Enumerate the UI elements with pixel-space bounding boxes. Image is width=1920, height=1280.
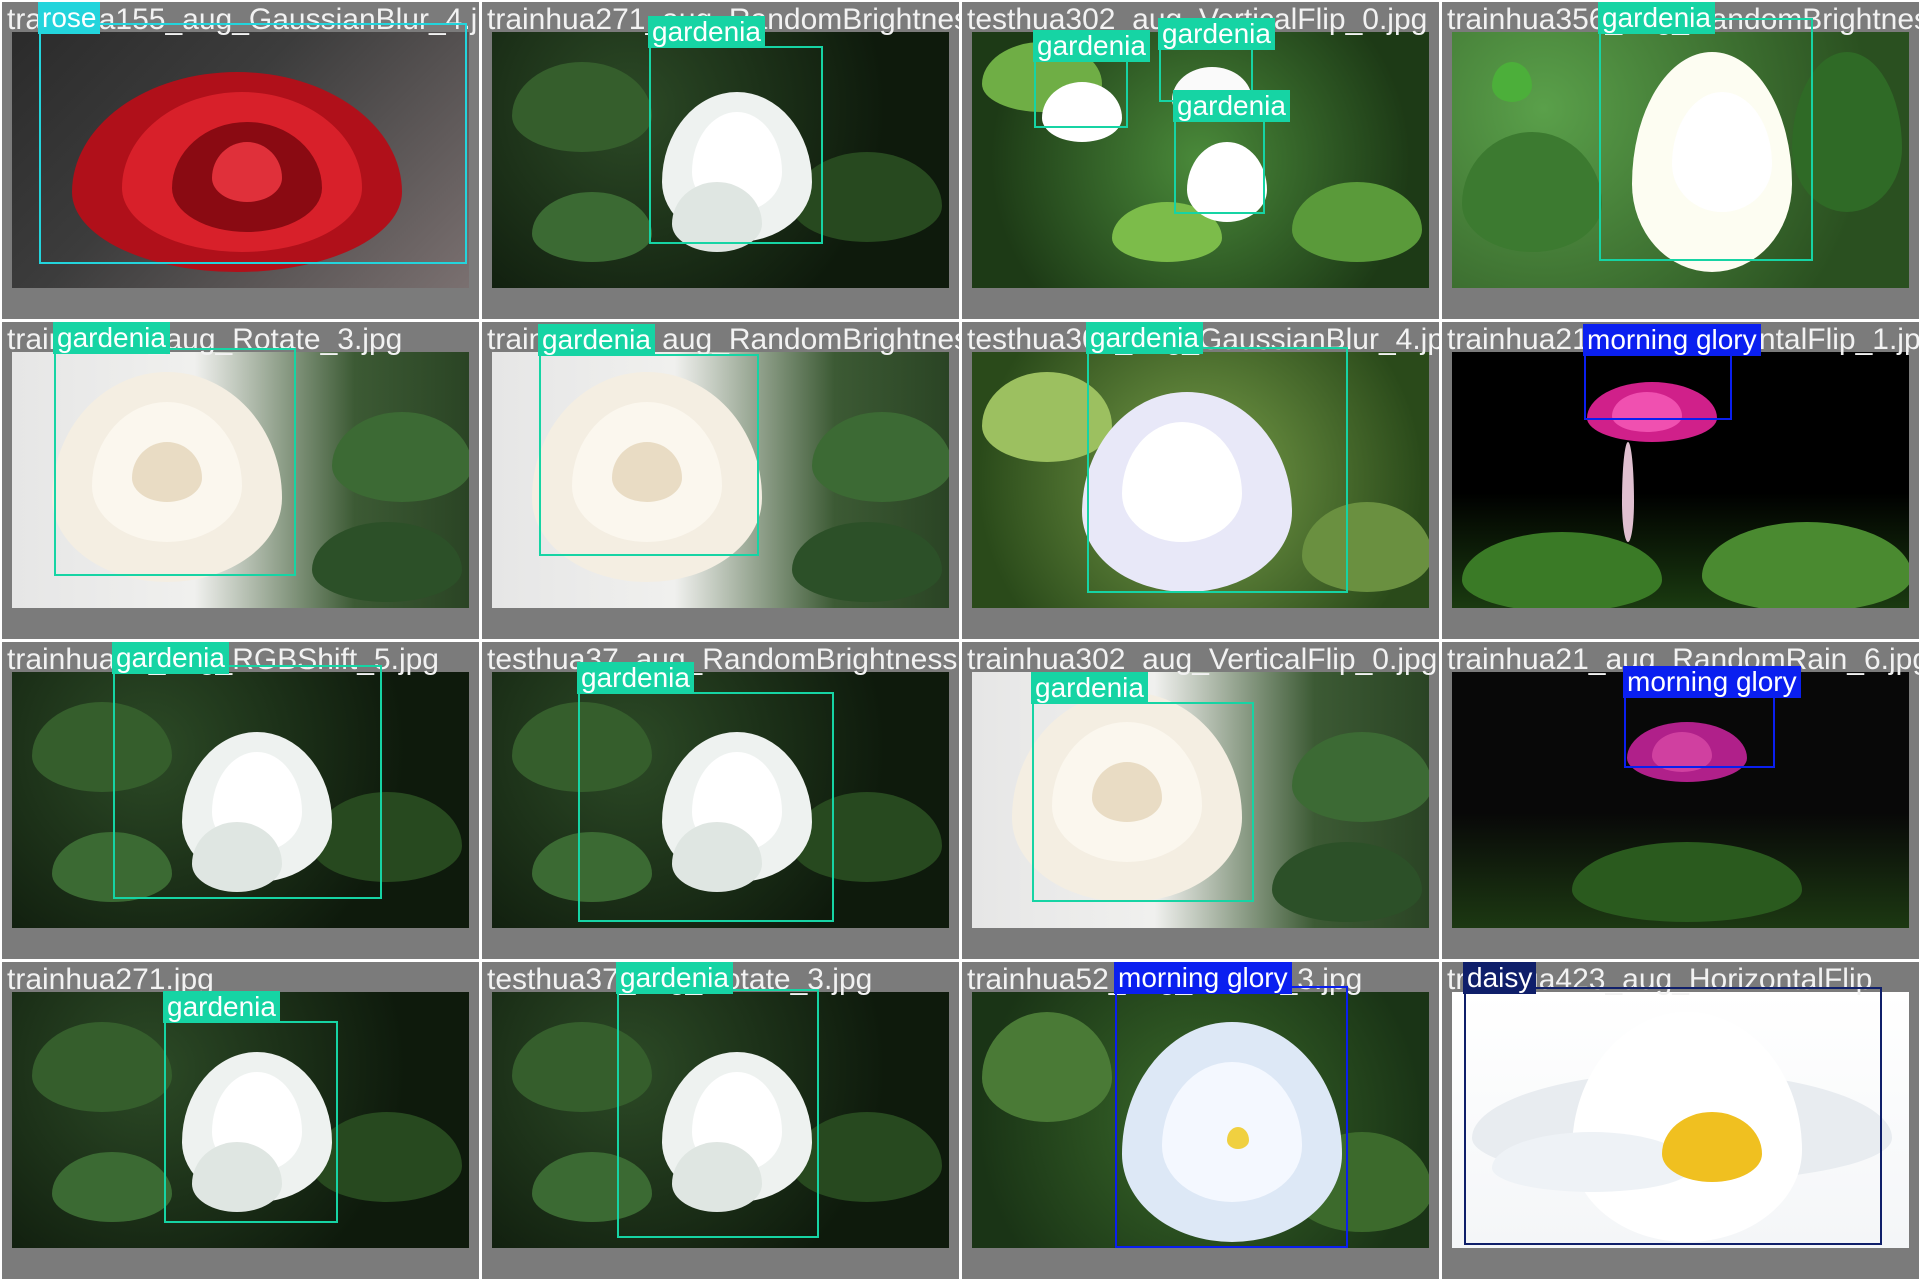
- mosaic-tile: trainhua155_aug_GaussianBlur_4.jpg rose: [2, 2, 479, 319]
- leaf-shape: [1292, 732, 1429, 822]
- mosaic-tile: trainhua37_aug_RGBShift_5.jpggardenia: [2, 642, 479, 959]
- detection-box: [1599, 18, 1813, 261]
- detection-label: gardenia: [53, 322, 170, 354]
- detection-label: gardenia: [616, 962, 733, 994]
- leaf-shape: [52, 1152, 172, 1222]
- detection-label: gardenia: [538, 324, 655, 356]
- flower-center: [1622, 442, 1634, 542]
- detection-box: [1174, 120, 1265, 214]
- detection-box: [1087, 347, 1348, 593]
- mosaic-tile: testhua37_aug_Rotate_3.jpggardenia: [482, 962, 959, 1279]
- leaf-shape: [1572, 842, 1802, 922]
- detection-box: [578, 692, 834, 922]
- mosaic-tile: trainhua271_aug_RandomBrightnessContrast…: [482, 2, 959, 319]
- leaf-shape: [812, 412, 949, 502]
- detection-label: gardenia: [1033, 30, 1150, 62]
- detection-box: [1115, 986, 1348, 1248]
- detection-label: gardenia: [1598, 2, 1715, 34]
- leaf-shape: [1292, 182, 1422, 262]
- mosaic-tile: trainhua52_aug_Rotate_3.jpg gardenia: [2, 322, 479, 639]
- detection-label: daisy: [1463, 962, 1537, 994]
- leaf-shape: [1462, 532, 1662, 608]
- detection-box: [113, 665, 382, 899]
- detection-box: [39, 23, 467, 264]
- detection-label: gardenia: [577, 662, 694, 694]
- leaf-shape: [982, 1012, 1112, 1122]
- leaf-shape: [512, 62, 652, 152]
- detection-box: [539, 354, 759, 556]
- mosaic-tile: testhua302_aug_VerticalFlip_0.jpggardeni…: [962, 2, 1439, 319]
- mosaic-tile: trainhua271.jpg gardenia: [2, 962, 479, 1279]
- mosaic-tile: testhua302_aug_GaussianBlur_4.jpg gardeni…: [962, 322, 1439, 639]
- detection-label: gardenia: [1031, 672, 1148, 704]
- detection-mosaic: trainhua155_aug_GaussianBlur_4.jpgrosetr…: [0, 0, 1920, 1280]
- detection-box: [1584, 354, 1732, 420]
- detection-box: [1624, 696, 1775, 768]
- mosaic-tile: trainhua302_aug_RandomBrightnessContrast…: [482, 322, 959, 639]
- detection-label: rose: [38, 2, 101, 34]
- detection-box: [617, 989, 819, 1238]
- tile-filename: testhua37_aug_RandomBrightnessContrast: [487, 643, 959, 676]
- mosaic-tile: testhua37_aug_RandomBrightnessContrastga…: [482, 642, 959, 959]
- detection-box: [54, 348, 296, 576]
- detection-label: gardenia: [1173, 90, 1290, 122]
- detection-box: [649, 46, 823, 244]
- mosaic-tile: trainhua302_aug_VerticalFlip_0.jpg garden…: [962, 642, 1439, 959]
- leaf-shape: [1702, 522, 1909, 608]
- detection-label: gardenia: [1158, 18, 1275, 50]
- mosaic-tile: trainhua52_aug_Rotate_3.jpgmorning glory: [962, 962, 1439, 1279]
- leaf-shape: [32, 1022, 172, 1112]
- leaf-shape: [312, 522, 462, 602]
- detection-label: morning glory: [1583, 324, 1761, 356]
- mosaic-tile: trainhua423_aug_HorizontalFlip daisy: [1442, 962, 1919, 1279]
- mosaic-tile: trainhua21_aug_RandomRain_6.jpg morning g…: [1442, 642, 1919, 959]
- detection-label: gardenia: [163, 991, 280, 1023]
- leaf-shape: [1462, 132, 1602, 252]
- mosaic-tile: trainhua356_aug_RandomBrightnessContrast…: [1442, 2, 1919, 319]
- mosaic-tile: trainhua21_aug_HorizontalFlip_1.jpgmorni…: [1442, 322, 1919, 639]
- detection-box: [164, 1021, 338, 1223]
- leaf-shape: [1272, 842, 1422, 922]
- leaf-shape: [332, 412, 469, 502]
- detection-label: morning glory: [1114, 962, 1292, 994]
- detection-label: gardenia: [1086, 322, 1203, 354]
- detection-label: morning glory: [1623, 666, 1801, 698]
- detection-label: gardenia: [648, 16, 765, 48]
- detection-label: gardenia: [112, 642, 229, 674]
- detection-box: [1032, 702, 1254, 902]
- detection-box: [1034, 60, 1128, 128]
- leaf-shape: [532, 192, 652, 262]
- detection-box: [1464, 987, 1882, 1245]
- flower-center: [1492, 62, 1532, 102]
- leaf-shape: [792, 522, 942, 602]
